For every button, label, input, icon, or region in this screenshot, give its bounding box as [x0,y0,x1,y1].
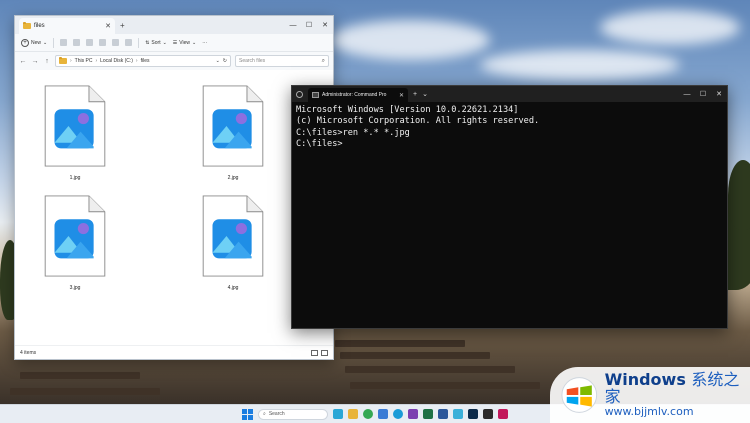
new-button[interactable]: + New ⌄ [21,38,48,47]
view-button[interactable]: ☰ View ⌄ [173,40,196,46]
search-icon: ⌕ [263,411,266,417]
paste-icon[interactable] [86,39,94,46]
word-icon[interactable] [438,409,448,419]
watermark-url: www.bjjmlv.com [604,405,694,419]
back-arrow-icon[interactable]: ← [19,58,27,65]
chevron-down-icon: ⌄ [162,39,167,46]
terminal-line: C:\files>ren *.* *.jpg [296,127,410,138]
terminal-prompt: C:\files> [296,139,343,150]
more-options-button[interactable]: ··· [202,40,207,46]
close-button[interactable]: ✕ [711,86,727,102]
onenote-icon[interactable] [408,409,418,419]
photoshop-icon[interactable] [468,409,478,419]
cmd-icon [312,92,319,98]
minimize-button[interactable]: — [679,86,695,102]
terminal-line: Microsoft Windows [Version 10.0.22621.21… [296,105,519,115]
taskbar-search-label: Search [268,411,285,417]
start-button[interactable] [242,408,253,420]
up-arrow-icon[interactable]: ↑ [43,58,51,65]
chrome-icon[interactable] [363,409,373,419]
close-tab-icon[interactable]: ✕ [105,22,111,30]
explorer-titlebar[interactable]: files ✕ + — ☐ ✕ [15,16,333,34]
notepad-icon[interactable] [453,409,463,419]
excel-icon[interactable] [423,409,433,419]
terminal-tab[interactable]: Administrator: Command Pro ✕ [308,88,408,102]
explorer-tab-title: files [34,23,45,29]
sort-button[interactable]: ⇅ Sort ⌄ [145,40,167,46]
file-item-1[interactable]: 1.jpg [35,71,115,181]
store-icon[interactable] [378,409,388,419]
divider [138,37,140,48]
terminal-line: (c) Microsoft Corporation. All rights re… [296,116,540,127]
maximize-button[interactable]: ☐ [301,16,317,34]
copilot-icon[interactable] [333,409,343,419]
terminal-output[interactable]: Microsoft Windows [Version 10.0.22621.21… [292,102,727,154]
file-item-3[interactable]: 3.jpg [35,181,115,291]
copy-icon[interactable] [73,39,81,46]
close-tab-icon[interactable]: ✕ [399,92,404,99]
share-icon[interactable] [112,39,120,46]
view-label: View [179,39,191,46]
new-label: New [31,39,42,46]
snipping-tool-icon[interactable] [498,409,508,419]
command-prompt-window[interactable]: Administrator: Command Pro ✕ + ⌄ — ☐ ✕ M… [291,85,728,329]
tiles-view-icon[interactable] [321,349,328,356]
image-file-icon [202,195,264,277]
sort-label: Sort [151,39,161,46]
breadcrumb-local-disk[interactable]: Local Disk (C:) [100,58,133,64]
maximize-button[interactable]: ☐ [695,86,711,102]
new-tab-button[interactable]: + [413,91,417,98]
divider [53,37,55,48]
watermark: Windows 系统之家 www.bjjmlv.com [550,367,750,423]
item-count: 4 items [20,349,37,356]
view-icon: ☰ [172,39,178,46]
file-explorer-window[interactable]: files ✕ + — ☐ ✕ + New ⌄ ⇅ Sort ⌄ ☰ View … [14,15,334,360]
file-item-2[interactable]: 2.jpg [193,71,273,181]
image-file-icon [202,85,264,167]
taskbar-search[interactable]: ⌕ Search [258,408,328,420]
breadcrumb-this-pc[interactable]: This PC [75,58,93,64]
image-file-icon [44,85,106,167]
minimize-button[interactable]: — [285,16,301,34]
explorer-tab[interactable]: files ✕ [19,18,115,34]
new-tab-button[interactable]: + [120,21,125,30]
folder-icon [59,57,67,64]
close-button[interactable]: ✕ [317,16,333,34]
address-bar-row: ← → ↑ › This PC › Local Disk (C:) › file… [15,52,333,70]
delete-icon[interactable] [125,39,133,46]
cut-icon[interactable] [60,39,68,46]
search-placeholder: Search files [239,58,266,64]
file-item-4[interactable]: 4.jpg [193,181,273,291]
terminal-tab-title: Administrator: Command Pro [322,92,387,98]
details-view-icon[interactable] [311,349,318,356]
chevron-down-icon[interactable]: ⌄ [216,58,220,64]
terminal-icon[interactable] [483,409,493,419]
file-explorer-icon[interactable] [348,409,358,419]
address-bar[interactable]: › This PC › Local Disk (C:) › files ⌄ ↻ [55,55,231,67]
search-input[interactable]: Search files ⌕ [235,55,329,67]
file-name: 4.jpg [227,285,239,291]
edge-icon[interactable] [393,409,403,419]
shield-icon [296,90,303,98]
status-bar: 4 items [15,345,333,359]
folder-icon [23,22,31,29]
search-icon: ⌕ [321,57,325,64]
plus-icon: + [21,38,29,47]
breadcrumb-files[interactable]: files [141,58,150,64]
terminal-titlebar[interactable]: Administrator: Command Pro ✕ + ⌄ — ☐ ✕ [292,86,727,102]
sort-icon: ⇅ [145,39,150,46]
windows-logo-icon [561,377,598,413]
file-name: 3.jpg [69,285,81,291]
explorer-toolbar: + New ⌄ ⇅ Sort ⌄ ☰ View ⌄ ··· [15,34,333,52]
chevron-down-icon[interactable]: ⌄ [422,90,428,98]
image-file-icon [44,195,106,277]
refresh-icon[interactable]: ↻ [223,58,227,64]
forward-arrow-icon[interactable]: → [31,58,39,65]
file-list: 1.jpg 2.jpg 3.jpg 4.jpg [15,71,333,347]
chevron-down-icon: ⌄ [43,39,48,46]
chevron-down-icon: ⌄ [192,39,197,46]
rename-icon[interactable] [99,39,107,46]
